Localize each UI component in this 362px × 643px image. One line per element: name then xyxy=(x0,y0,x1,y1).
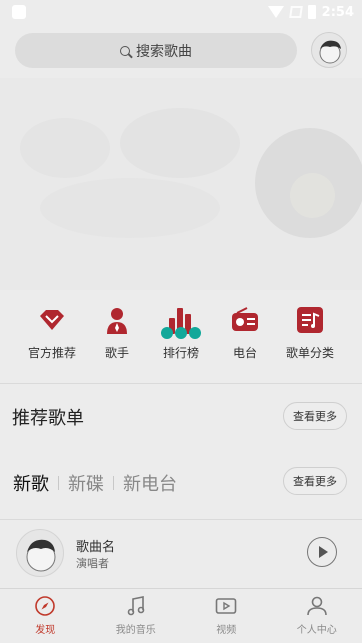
banner-carousel[interactable] xyxy=(0,78,362,290)
new-content-tabs: 新歌 新碟 新电台 xyxy=(13,470,177,496)
search-placeholder: 搜索歌曲 xyxy=(136,43,192,60)
search-bar[interactable]: 搜索歌曲 xyxy=(15,33,297,68)
quick-entry-row: 官方推荐 歌手 排行榜 电台 歌单分类 xyxy=(0,300,362,370)
tab-new-songs[interactable]: 新歌 xyxy=(13,470,49,496)
quick-entry-playlist-category[interactable]: 歌单分类 xyxy=(274,300,346,361)
music-note-icon xyxy=(124,594,148,618)
nav-profile[interactable]: 个人中心 xyxy=(272,589,362,643)
recommend-title: 推荐歌单 xyxy=(12,408,84,429)
section-divider xyxy=(0,383,362,384)
avatar[interactable] xyxy=(311,32,347,68)
quick-entry-official[interactable]: 官方推荐 xyxy=(16,300,88,361)
recommend-more-button[interactable]: 查看更多 xyxy=(283,402,347,430)
gem-icon xyxy=(36,304,68,336)
battery-icon xyxy=(307,5,316,19)
tab-separator xyxy=(113,476,114,490)
status-bar: 2:54 xyxy=(0,0,362,24)
video-icon xyxy=(214,594,238,618)
song-cover[interactable] xyxy=(16,529,64,577)
tab-new-albums[interactable]: 新碟 xyxy=(68,470,104,496)
section-divider xyxy=(0,519,362,520)
status-time: 2:54 xyxy=(321,4,354,20)
radio-icon xyxy=(229,304,261,336)
quick-entry-radio[interactable]: 电台 xyxy=(209,300,281,361)
quick-entry-singer[interactable]: 歌手 xyxy=(81,300,153,361)
song-artist: 演唱者 xyxy=(76,557,109,570)
notification-icon xyxy=(12,5,26,19)
tab-new-radio[interactable]: 新电台 xyxy=(123,470,177,496)
song-name[interactable]: 歌曲名 xyxy=(76,536,115,555)
bottom-navigation: 发现 我的音乐 视频 个人中心 xyxy=(0,588,362,643)
playlist-category-icon xyxy=(294,304,326,336)
user-icon xyxy=(305,594,329,618)
singer-icon xyxy=(101,304,133,336)
nav-video[interactable]: 视频 xyxy=(181,589,272,643)
tab-separator xyxy=(58,476,59,490)
play-button[interactable] xyxy=(307,537,337,567)
nav-discover[interactable]: 发现 xyxy=(0,589,91,643)
new-content-more-button[interactable]: 查看更多 xyxy=(283,467,347,495)
search-icon xyxy=(120,45,130,56)
chart-icon xyxy=(161,304,201,339)
quick-entry-charts[interactable]: 排行榜 xyxy=(145,300,217,361)
nav-my-music[interactable]: 我的音乐 xyxy=(91,589,182,643)
compass-icon xyxy=(33,594,57,618)
no-signal-icon xyxy=(288,6,303,18)
wifi-icon xyxy=(267,6,284,18)
